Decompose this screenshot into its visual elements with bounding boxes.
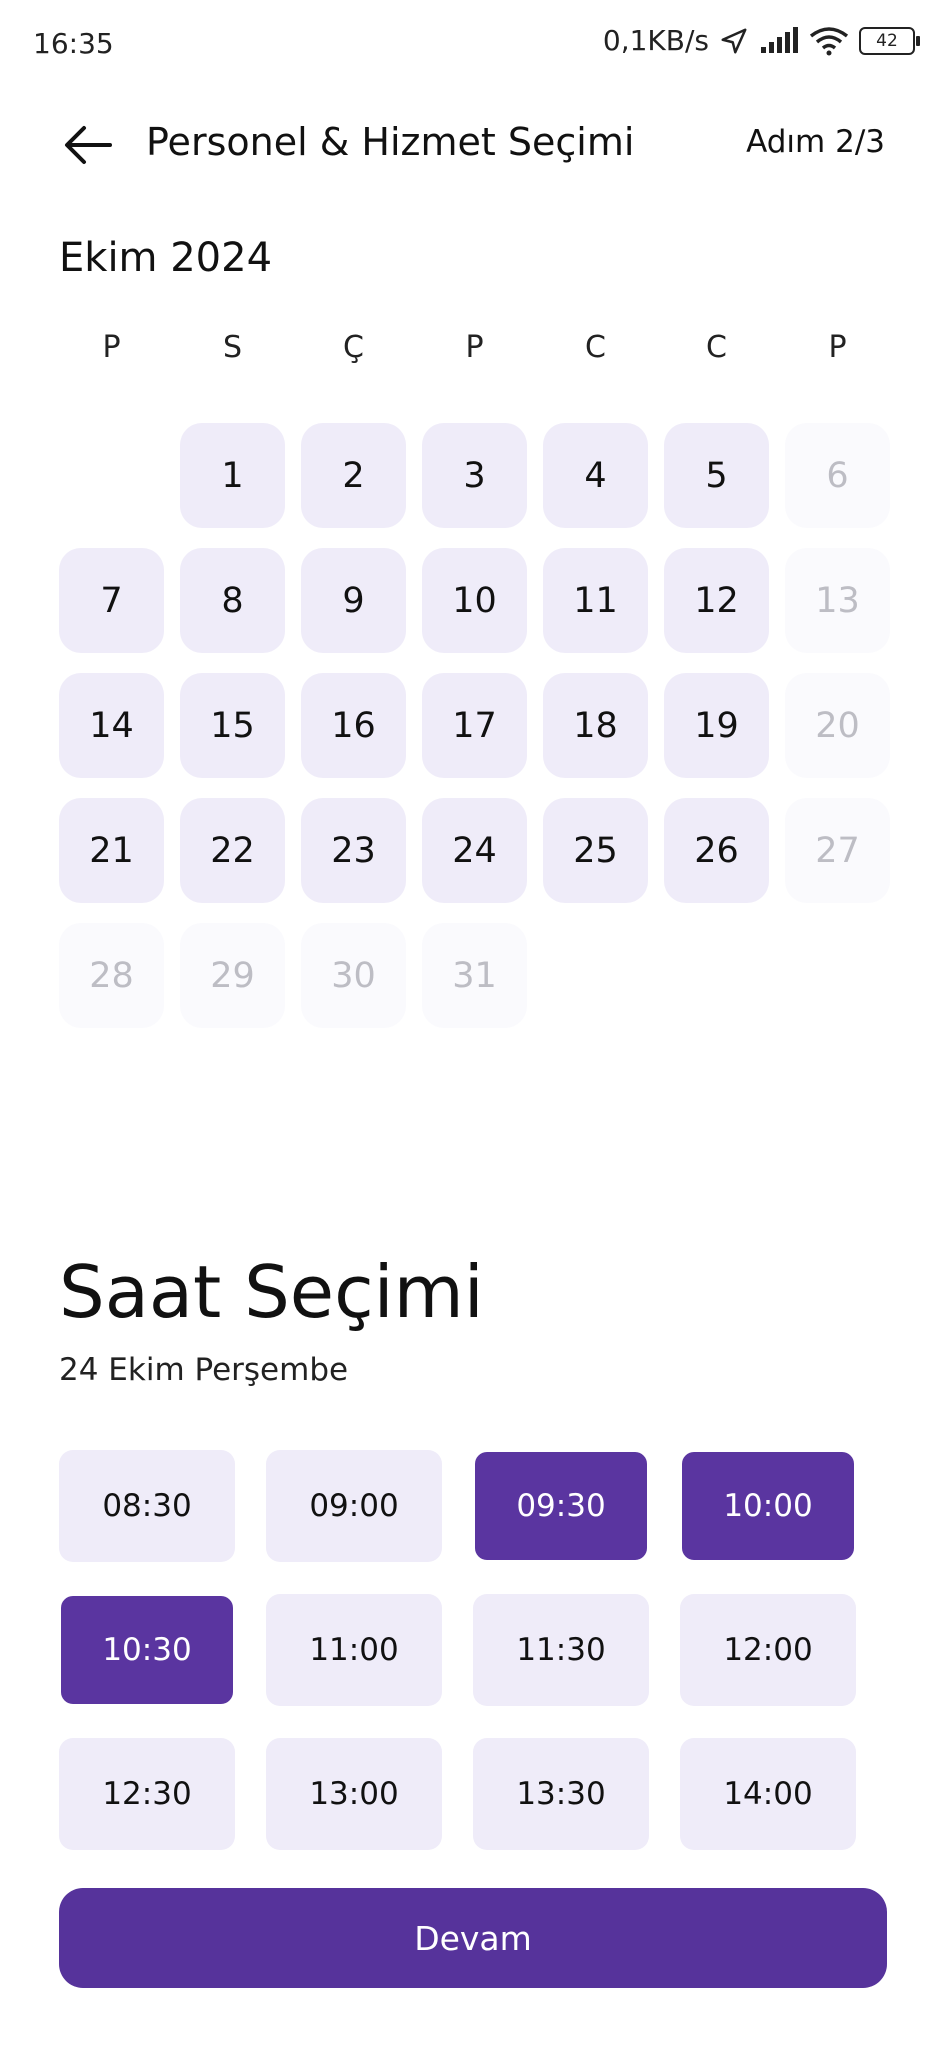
calendar-day[interactable]: 18 xyxy=(543,673,648,778)
selected-date-label: 24 Ekim Perşembe xyxy=(59,1352,349,1388)
calendar-day[interactable]: 5 xyxy=(664,423,769,528)
calendar-day[interactable]: 24 xyxy=(422,798,527,903)
continue-button[interactable]: Devam xyxy=(59,1888,887,1988)
time-slot[interactable]: 14:00 xyxy=(680,1738,856,1850)
calendar-day[interactable]: 1 xyxy=(180,423,285,528)
time-slot[interactable]: 13:00 xyxy=(266,1738,442,1850)
calendar-day[interactable]: 23 xyxy=(301,798,406,903)
weekday-label: C xyxy=(585,330,606,365)
calendar-day[interactable]: 25 xyxy=(543,798,648,903)
back-button[interactable] xyxy=(60,122,116,168)
time-slot[interactable]: 09:00 xyxy=(266,1450,442,1562)
calendar-day: 27 xyxy=(785,798,890,903)
calendar-day[interactable]: 7 xyxy=(59,548,164,653)
weekday-label: P xyxy=(465,330,484,365)
time-slot[interactable]: 10:30 xyxy=(59,1594,235,1706)
calendar-day[interactable]: 14 xyxy=(59,673,164,778)
calendar-day[interactable]: 22 xyxy=(180,798,285,903)
calendar-day: 30 xyxy=(301,923,406,1028)
step-indicator: Adım 2/3 xyxy=(746,124,885,160)
time-selection-title: Saat Seçimi xyxy=(59,1250,484,1334)
calendar-day[interactable]: 3 xyxy=(422,423,527,528)
header: Personel & Hizmet Seçimi Adım 2/3 xyxy=(0,110,945,180)
calendar-grid: 1 2 3 4 5 6 7 8 9 10 11 12 13 14 15 16 17 18 19 20 21 22 23 24 2… xyxy=(59,423,890,1033)
status-icons: 0,1KB/s 42 xyxy=(602,24,920,57)
calendar-day[interactable]: 2 xyxy=(301,423,406,528)
time-slot[interactable]: 11:30 xyxy=(473,1594,649,1706)
calendar-day[interactable]: 17 xyxy=(422,673,527,778)
time-slot[interactable]: 12:00 xyxy=(680,1594,856,1706)
time-slot[interactable]: 08:30 xyxy=(59,1450,235,1562)
time-slot[interactable]: 13:30 xyxy=(473,1738,649,1850)
calendar-day: 31 xyxy=(422,923,527,1028)
calendar-day[interactable]: 8 xyxy=(180,548,285,653)
time-slot[interactable]: 11:00 xyxy=(266,1594,442,1706)
calendar-weekdays: PSÇPCCP xyxy=(59,330,889,370)
wifi-icon xyxy=(809,26,849,55)
calendar-day[interactable]: 12 xyxy=(664,548,769,653)
page-title: Personel & Hizmet Seçimi xyxy=(146,120,635,164)
time-slot[interactable]: 09:30 xyxy=(473,1450,649,1562)
weekday-label: P xyxy=(102,330,121,365)
status-time: 16:35 xyxy=(33,27,114,60)
calendar-day: 13 xyxy=(785,548,890,653)
weekday-label: P xyxy=(828,330,847,365)
weekday-label: C xyxy=(706,330,727,365)
time-slot[interactable]: 12:30 xyxy=(59,1738,235,1850)
location-arrow-icon xyxy=(721,28,747,53)
calendar-day[interactable]: 11 xyxy=(543,548,648,653)
calendar-day: 20 xyxy=(785,673,890,778)
calendar-day[interactable]: 26 xyxy=(664,798,769,903)
calendar-day[interactable]: 15 xyxy=(180,673,285,778)
time-slot[interactable]: 10:00 xyxy=(680,1450,856,1562)
calendar-day[interactable]: 19 xyxy=(664,673,769,778)
calendar-day: 29 xyxy=(180,923,285,1028)
calendar-day[interactable]: 9 xyxy=(301,548,406,653)
network-speed: 0,1KB/s xyxy=(602,24,709,57)
calendar-day[interactable]: 4 xyxy=(543,423,648,528)
signal-icon xyxy=(761,26,798,53)
weekday-label: S xyxy=(222,330,243,365)
calendar-day: 28 xyxy=(59,923,164,1028)
status-bar: 16:35 0,1KB/s 42 xyxy=(0,0,945,88)
weekday-label: Ç xyxy=(343,330,364,365)
arrow-left-icon xyxy=(65,126,112,164)
calendar-month-title: Ekim 2024 xyxy=(59,235,273,281)
calendar-day[interactable]: 10 xyxy=(422,548,527,653)
calendar-day[interactable]: 21 xyxy=(59,798,164,903)
battery-level: 42 xyxy=(876,30,898,51)
calendar-day: 6 xyxy=(785,423,890,528)
battery-icon: 42 xyxy=(859,26,920,55)
calendar-day[interactable]: 16 xyxy=(301,673,406,778)
